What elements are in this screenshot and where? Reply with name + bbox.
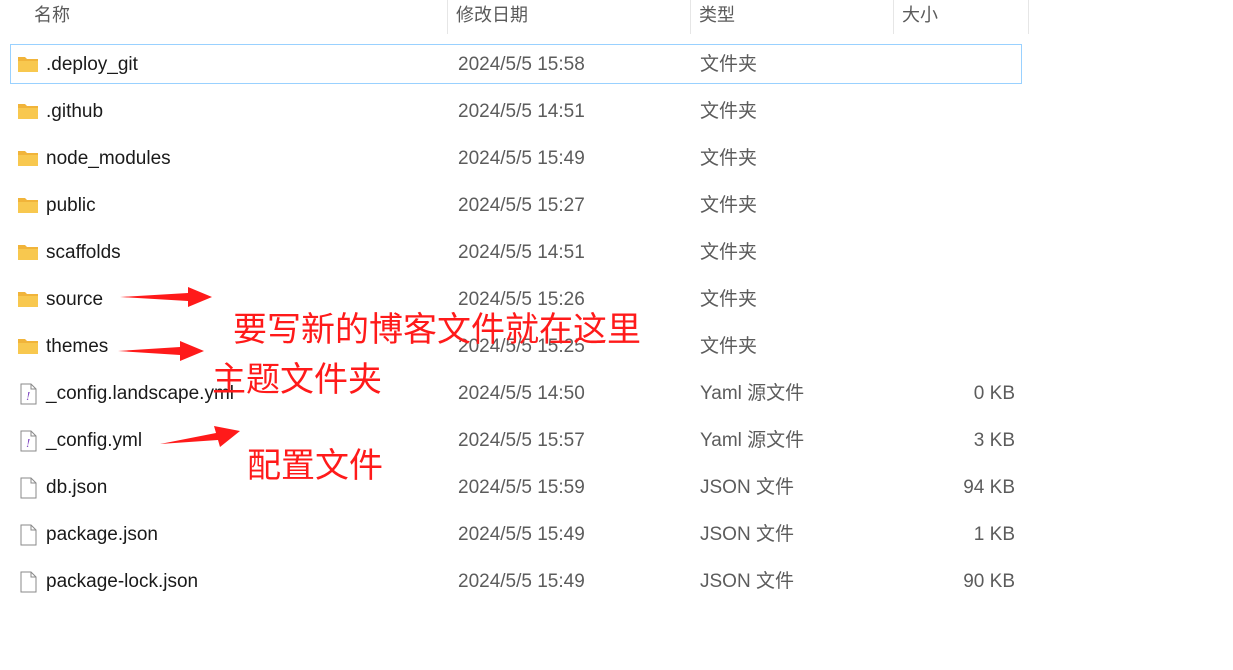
file-row[interactable]: ! _config.landscape.yml 2024/5/5 14:50 Yaml…: [10, 373, 1022, 413]
file-date: 2024/5/5 15:27: [458, 195, 585, 216]
file-size: 0 KB: [973, 383, 1015, 404]
folder-icon: [17, 242, 39, 262]
file-name: _config.landscape.yml: [46, 383, 234, 404]
file-name: themes: [46, 336, 109, 357]
folder-icon: [17, 101, 39, 121]
column-header-size[interactable]: 大小: [893, 0, 1029, 34]
file-size: 1 KB: [973, 524, 1015, 545]
file-date: 2024/5/5 15:49: [458, 524, 585, 545]
file-date: 2024/5/5 14:51: [458, 101, 585, 122]
file-row[interactable]: db.json 2024/5/5 15:59 JSON 文件 94 KB: [10, 467, 1022, 507]
file-name: db.json: [46, 477, 108, 498]
file-name: .github: [46, 101, 104, 122]
file-type: 文件夹: [700, 54, 758, 75]
file-type: 文件夹: [700, 195, 758, 216]
column-header-type[interactable]: 类型: [690, 0, 893, 34]
file-type: JSON 文件: [700, 571, 794, 592]
folder-icon: [17, 148, 39, 168]
file-row[interactable]: public 2024/5/5 15:27 文件夹: [10, 185, 1022, 225]
file-date: 2024/5/5 14:51: [458, 242, 585, 263]
file-name: public: [46, 195, 96, 216]
svg-text:!: !: [26, 390, 30, 403]
file-row[interactable]: node_modules 2024/5/5 15:49 文件夹: [10, 138, 1022, 178]
folder-icon: [17, 289, 39, 309]
file-name: source: [46, 289, 104, 310]
folder-icon: [17, 336, 39, 356]
file-date: 2024/5/5 15:58: [458, 54, 585, 75]
file-row[interactable]: .deploy_git 2024/5/5 15:58 文件夹: [10, 44, 1022, 84]
file-row[interactable]: package.json 2024/5/5 15:49 JSON 文件 1 KB: [10, 514, 1022, 554]
file-name: package.json: [46, 524, 158, 545]
file-date: 2024/5/5 15:57: [458, 430, 585, 451]
file-type: 文件夹: [700, 101, 758, 122]
file-size: 3 KB: [973, 430, 1015, 451]
column-header-date[interactable]: 修改日期: [447, 0, 690, 34]
file-name: package-lock.json: [46, 571, 199, 592]
file-type: Yaml 源文件: [700, 430, 805, 451]
file-type: 文件夹: [700, 148, 758, 169]
file-name: node_modules: [46, 148, 171, 169]
yaml-file-icon: !: [17, 430, 39, 452]
folder-icon: [17, 195, 39, 215]
file-icon: [17, 477, 39, 499]
file-icon: [17, 524, 39, 546]
file-date: 2024/5/5 14:50: [458, 383, 585, 404]
yaml-file-icon: !: [17, 383, 39, 405]
file-type: 文件夹: [700, 289, 758, 310]
file-type: JSON 文件: [700, 524, 794, 545]
file-row[interactable]: package-lock.json 2024/5/5 15:49 JSON 文件 90…: [10, 561, 1022, 601]
svg-text:!: !: [26, 437, 30, 450]
file-row[interactable]: .github 2024/5/5 14:51 文件夹: [10, 91, 1022, 131]
file-type: JSON 文件: [700, 477, 794, 498]
annotation-themes-note: 主题文件夹: [212, 360, 382, 400]
arrow-to-config: [160, 426, 240, 447]
folder-icon: [17, 54, 39, 74]
file-type: 文件夹: [700, 336, 758, 357]
annotation-source-note: 要写新的博客文件就在这里: [233, 310, 641, 350]
arrow-to-source: [120, 287, 212, 307]
arrow-to-themes: [118, 341, 204, 361]
file-name: _config.yml: [46, 430, 143, 451]
file-row[interactable]: scaffolds 2024/5/5 14:51 文件夹: [10, 232, 1022, 272]
file-name: .deploy_git: [46, 54, 138, 75]
column-header-name[interactable]: 名称: [26, 0, 446, 34]
file-date: 2024/5/5 15:49: [458, 571, 585, 592]
file-name: scaffolds: [46, 242, 121, 263]
file-type: Yaml 源文件: [700, 383, 805, 404]
column-header-bar: 名称 修改日期 类型 大小: [0, 0, 1030, 34]
file-date: 2024/5/5 15:49: [458, 148, 585, 169]
file-date: 2024/5/5 15:59: [458, 477, 585, 498]
annotation-config-note: 配置文件: [247, 446, 383, 486]
file-type: 文件夹: [700, 242, 758, 263]
file-size: 90 KB: [963, 571, 1015, 592]
file-size: 94 KB: [963, 477, 1015, 498]
file-icon: [17, 571, 39, 593]
